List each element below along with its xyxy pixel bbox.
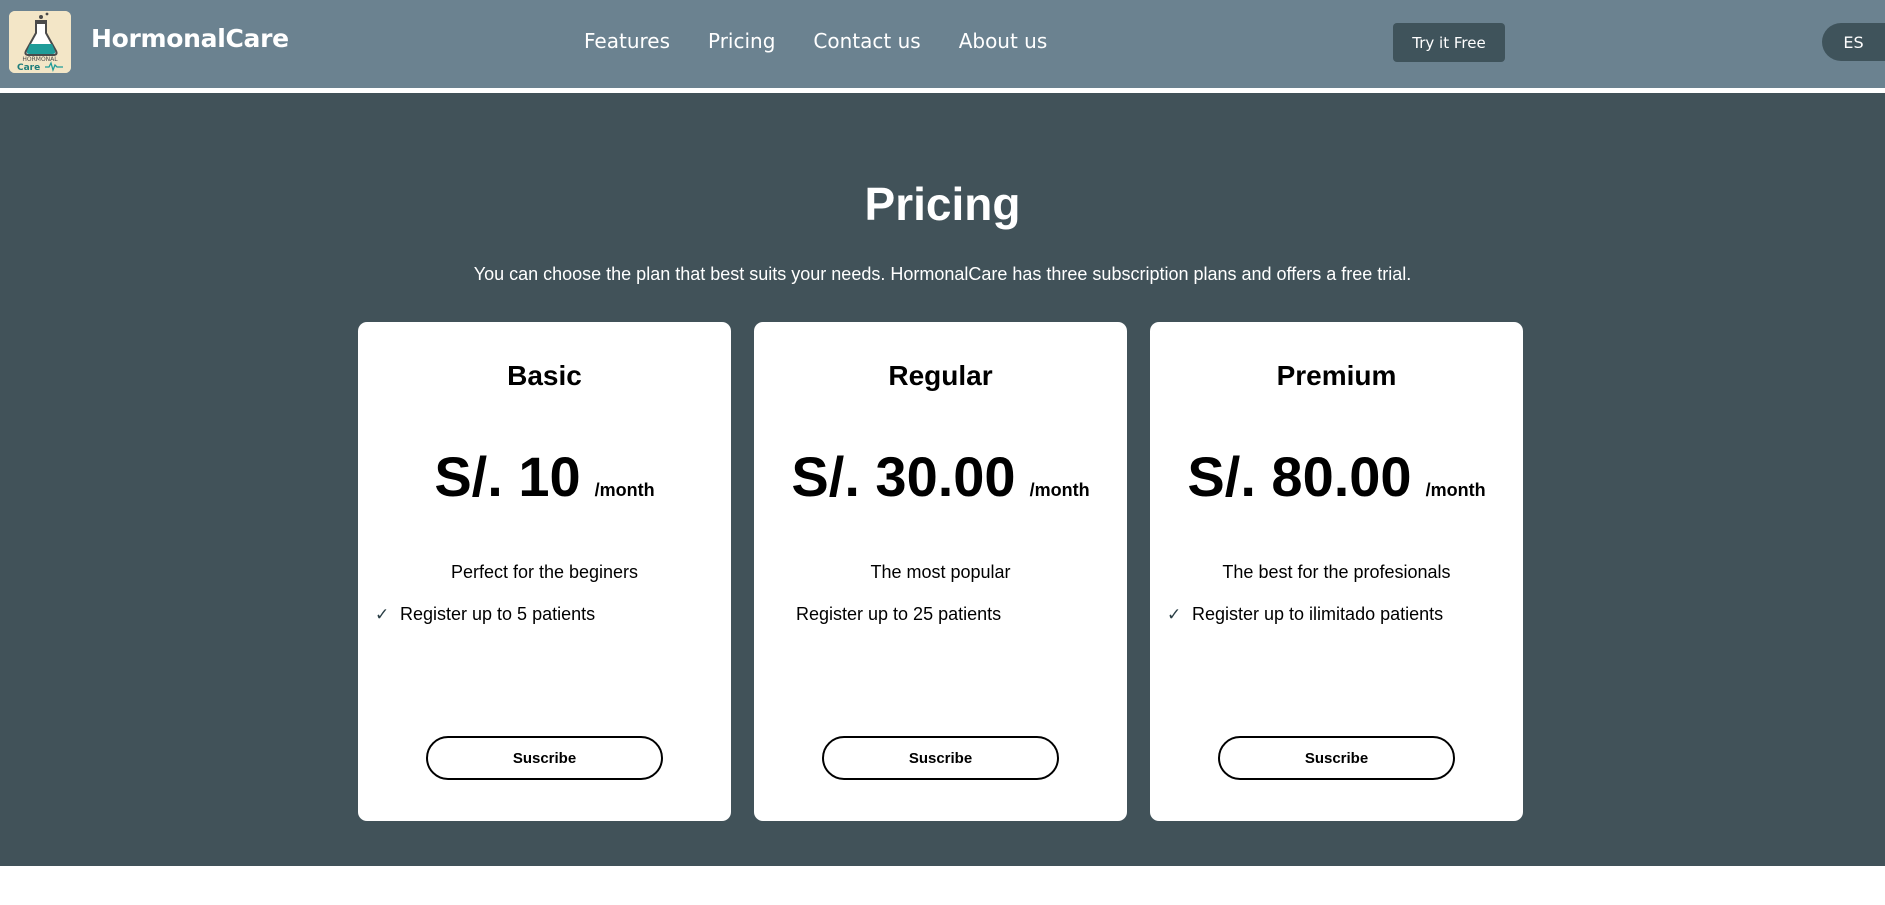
nav-pricing[interactable]: Pricing: [708, 29, 775, 53]
plan-card-basic: Basic S/. 10 /month Perfect for the begi…: [358, 322, 731, 821]
top-navbar: HORMONAL Care HormonalCare Features Pric…: [0, 0, 1885, 88]
price-row: S/. 10 /month: [358, 444, 731, 509]
plan-card-regular: Regular S/. 30.00 /month The most popula…: [754, 322, 1127, 821]
plan-card-premium: Premium S/. 80.00 /month The best for th…: [1150, 322, 1523, 821]
pricing-subtitle: You can choose the plan that best suits …: [473, 264, 1412, 284]
plan-feature-text: Register up to 5 patients: [400, 604, 596, 624]
plan-feature: Register up to 25 patients: [771, 604, 1001, 625]
subscribe-basic-button[interactable]: Suscribe: [426, 736, 663, 780]
plan-price: S/. 30.00: [791, 445, 1016, 508]
plan-feature-text: Register up to 25 patients: [796, 604, 1002, 624]
pricing-title: Pricing: [864, 178, 1021, 230]
plan-period: /month: [1425, 480, 1486, 500]
subscribe-regular-button[interactable]: Suscribe: [822, 736, 1059, 780]
plan-name: Premium: [1276, 360, 1397, 391]
plan-feature: ✓ Register up to ilimitado patients: [1167, 604, 1443, 625]
pricing-section: Pricing You can choose the plan that bes…: [0, 93, 1885, 866]
plan-period: /month: [594, 480, 655, 500]
plan-tagline: The most popular: [870, 562, 1011, 582]
price-row: S/. 30.00 /month: [754, 444, 1127, 509]
main-nav: Features Pricing Contact us About us: [584, 29, 1085, 53]
flask-icon: HORMONAL Care: [9, 11, 71, 73]
plan-name: Basic: [507, 360, 582, 391]
plan-price: S/. 80.00: [1187, 445, 1412, 508]
nav-about-us[interactable]: About us: [959, 29, 1048, 53]
language-toggle-button[interactable]: ES: [1822, 23, 1885, 61]
svg-text:HORMONAL: HORMONAL: [22, 56, 58, 63]
nav-contact-us[interactable]: Contact us: [813, 29, 920, 53]
checkmark-icon: ✓: [375, 604, 390, 624]
try-it-free-button[interactable]: Try it Free: [1393, 23, 1505, 62]
svg-text:Care: Care: [17, 63, 40, 73]
hormonalcare-logo[interactable]: HORMONAL Care: [9, 11, 71, 73]
plan-name: Regular: [888, 360, 993, 391]
checkmark-icon: ✓: [1167, 604, 1182, 624]
nav-features[interactable]: Features: [584, 29, 670, 53]
plan-tagline: Perfect for the beginers: [450, 562, 639, 582]
plan-tagline: The best for the profesionals: [1222, 562, 1451, 582]
plan-feature: ✓ Register up to 5 patients: [375, 604, 595, 625]
subscribe-premium-button[interactable]: Suscribe: [1218, 736, 1455, 780]
price-row: S/. 80.00 /month: [1150, 444, 1523, 509]
plan-price: S/. 10: [434, 445, 581, 508]
plan-period: /month: [1029, 480, 1090, 500]
brand-name[interactable]: HormonalCare: [91, 24, 289, 53]
plan-feature-text: Register up to ilimitado patients: [1192, 604, 1444, 624]
